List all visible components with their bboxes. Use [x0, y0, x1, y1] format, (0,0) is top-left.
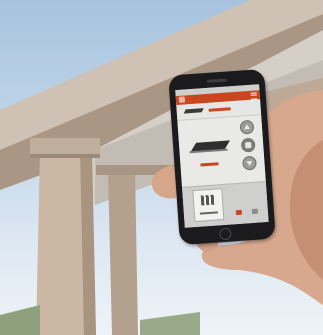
home-button[interactable]	[218, 227, 232, 241]
post-capital-shadow	[30, 154, 100, 158]
awning-icon	[189, 137, 231, 156]
speaker-grille	[206, 78, 227, 83]
device-name-bar	[208, 107, 231, 112]
pergola-structure	[0, 0, 323, 335]
awning-thumbnail-icon	[183, 108, 204, 114]
timer-icon[interactable]	[235, 209, 243, 216]
settings-icon[interactable]	[251, 208, 259, 215]
back-icon[interactable]	[178, 96, 186, 103]
up-button[interactable]	[239, 119, 255, 135]
back-post	[108, 168, 138, 335]
tab-bar	[181, 181, 269, 228]
tab-label-bar	[199, 211, 218, 215]
smartphone	[168, 68, 276, 246]
down-button[interactable]	[242, 155, 257, 171]
post-capital	[30, 138, 100, 156]
stop-button[interactable]	[240, 137, 256, 153]
phone-screen	[175, 84, 269, 228]
status-label-bar	[200, 162, 219, 167]
foliage	[0, 305, 40, 335]
photo-scene	[0, 0, 323, 335]
control-area	[177, 115, 266, 187]
awning-grid-icon	[200, 194, 216, 206]
tab-devices[interactable]	[192, 188, 225, 223]
foliage-right	[140, 312, 200, 335]
